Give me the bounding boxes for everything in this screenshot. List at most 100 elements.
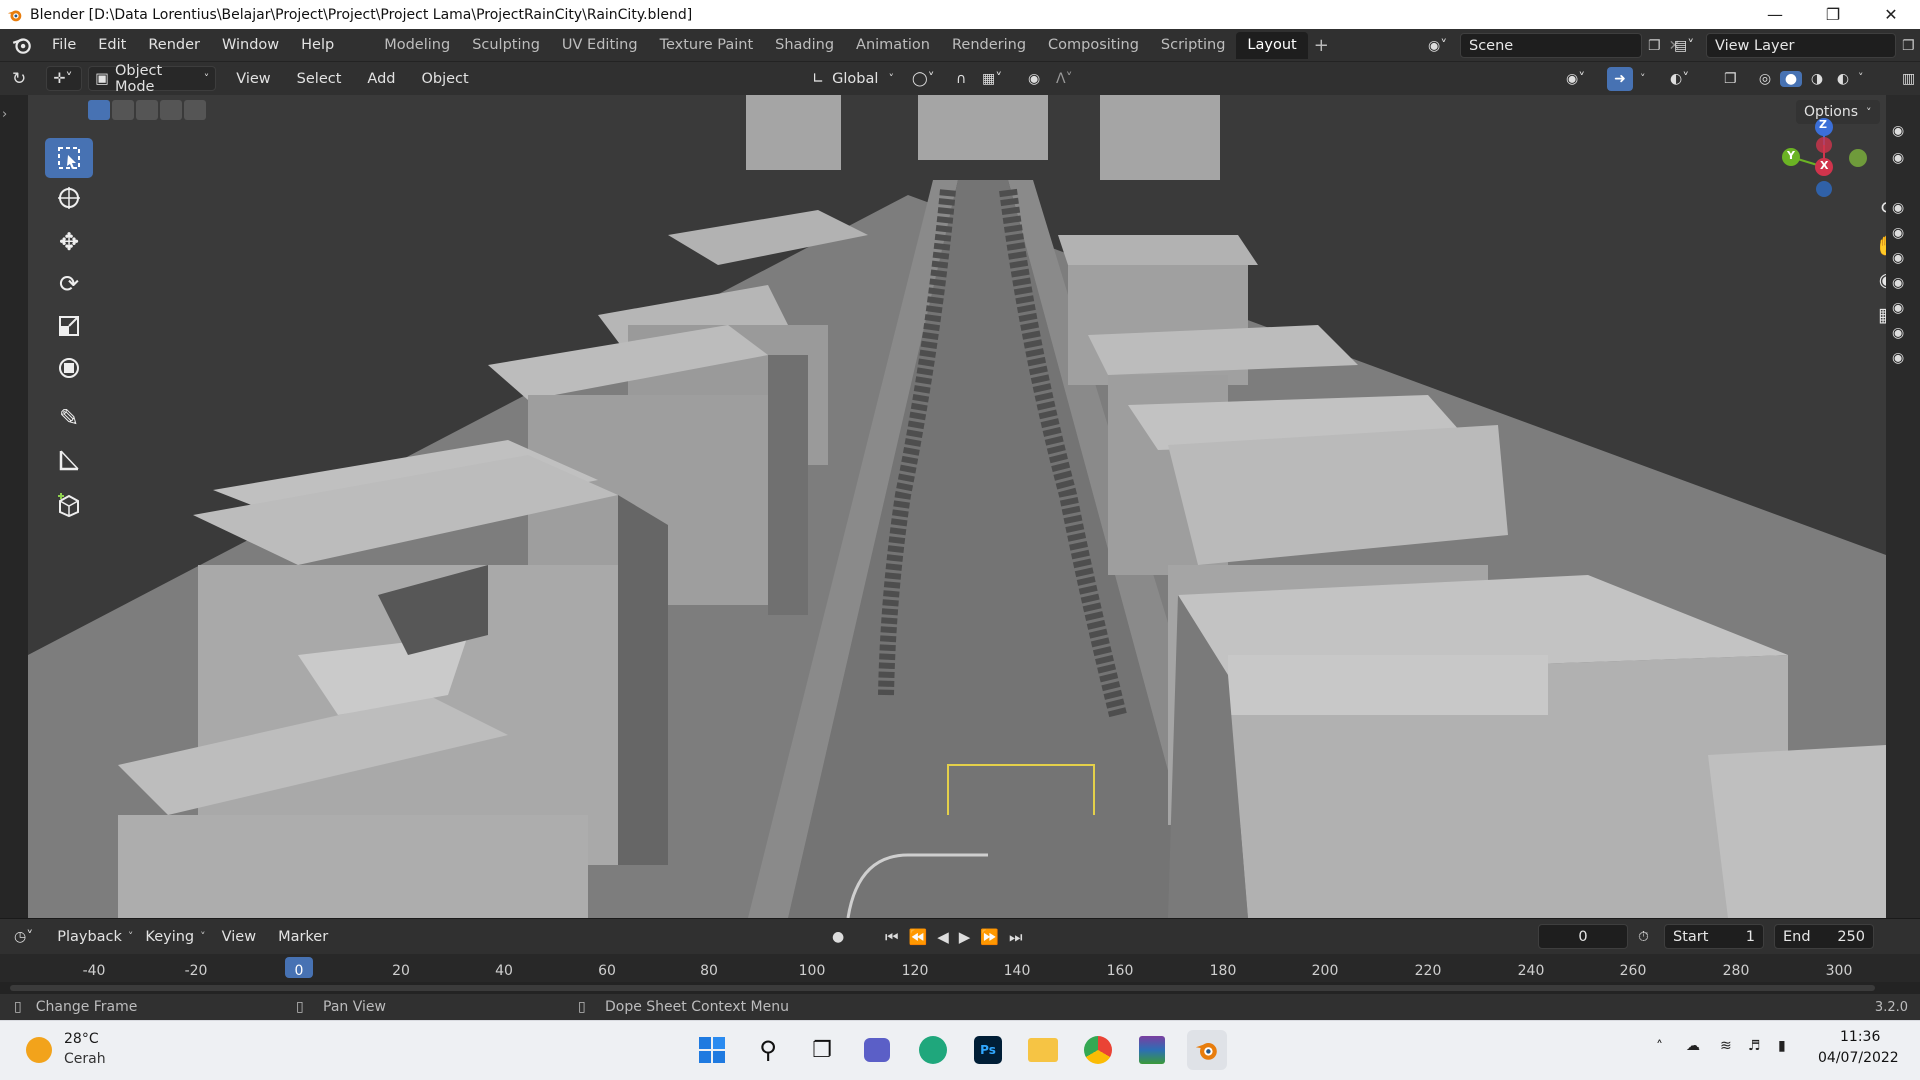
tab-compositing[interactable]: Compositing [1037,32,1150,59]
camera-icon[interactable]: ◉ [1892,225,1904,241]
end-frame-field[interactable]: End 250 [1774,924,1874,949]
record-icon[interactable]: ● [832,929,844,945]
navigation-gizmo[interactable]: Z Y X [1768,115,1886,215]
jump-end-icon[interactable]: ⏭ [1009,928,1023,946]
clock-time[interactable]: 11:36 [1840,1029,1880,1045]
transform-tool[interactable] [45,348,93,388]
add-workspace-icon[interactable]: + [1314,35,1329,56]
snap-target-icon[interactable]: ▦˅ [982,71,1002,87]
timeline-menu-marker[interactable]: Marker [272,924,334,949]
select-intersect-icon[interactable] [184,100,206,120]
falloff-icon[interactable]: Λ˅ [1056,71,1073,87]
tab-layout[interactable]: Layout [1236,31,1308,59]
minimize-icon[interactable]: — [1746,0,1804,29]
viewport-menu-add[interactable]: Add [361,66,401,91]
tab-rendering[interactable]: Rendering [941,32,1037,59]
chevron-up-icon[interactable]: ˄ [1656,1039,1663,1055]
perspective-toggle-icon[interactable]: ▦ [1872,300,1886,330]
onedrive-cloud-icon[interactable]: ☁ [1686,1038,1700,1054]
zoom-view-icon[interactable]: ⚲ [1872,195,1886,225]
close-icon[interactable]: ✕ [1862,0,1920,29]
camera-icon[interactable]: ◉ [1892,250,1904,266]
winrar-icon[interactable] [1132,1030,1172,1070]
scale-tool[interactable] [45,306,93,346]
view-layer-browse-icon[interactable]: ▤˅ [1674,38,1706,54]
cursor-tool[interactable] [45,178,93,218]
select-subtract-icon[interactable] [136,100,158,120]
chrome-icon[interactable] [1078,1030,1118,1070]
weather-temp[interactable]: 28°C [64,1031,99,1047]
select-new-icon[interactable] [88,100,110,120]
tab-scripting[interactable]: Scripting [1150,32,1236,59]
camera-icon[interactable]: ◉ [1892,350,1904,366]
blender-taskbar-icon[interactable] [1187,1030,1227,1070]
transform-orientation-dropdown[interactable]: ∟ Global ˅ [806,66,900,91]
pan-view-hand-icon[interactable]: ✋ [1872,230,1886,260]
measure-tool[interactable] [45,440,93,480]
new-scene-icon[interactable]: ❐ [1648,38,1661,54]
new-view-layer-icon[interactable]: ❐ [1902,38,1915,54]
gizmo-dropdown-icon[interactable]: ˅ [1640,72,1646,85]
solid-shading-icon[interactable]: ● [1780,70,1802,87]
mode-dropdown[interactable]: ▣ Object Mode ˅ [88,63,217,95]
timeline-editor-type-icon[interactable]: ◷˅ [14,929,33,945]
select-extend-icon[interactable] [112,100,134,120]
transform-tool-dropdown[interactable]: ✛˅ [46,66,83,91]
play-reverse-icon[interactable]: ◀ [937,928,949,946]
task-view-icon[interactable]: ❐ [802,1030,842,1070]
tab-shading[interactable]: Shading [764,32,845,59]
start-frame-field[interactable]: Start 1 [1664,924,1764,949]
edge-browser-icon[interactable] [913,1030,953,1070]
weather-sun-icon[interactable] [26,1037,52,1063]
prev-keyframe-icon[interactable]: ⏪ [909,928,928,946]
scene-browse-icon[interactable]: ◉˅ [1428,38,1460,54]
timeline-scrollbar[interactable] [0,982,1920,994]
volume-muted-icon[interactable]: ♬ [1748,1038,1761,1054]
blender-menu-icon[interactable] [11,34,33,56]
weather-desc[interactable]: Cerah [64,1051,106,1067]
camera-icon[interactable]: ◉ [1892,123,1904,139]
wifi-icon[interactable]: ≋ [1720,1038,1732,1054]
snap-icon[interactable]: ∩ [956,71,966,87]
file-explorer-icon[interactable] [1023,1030,1063,1070]
menu-render[interactable]: Render [137,37,211,53]
camera-icon[interactable]: ◉ [1892,300,1904,316]
scene-field[interactable]: Scene [1460,33,1642,58]
select-invert-icon[interactable] [160,100,182,120]
jump-start-icon[interactable]: ⏮ [885,928,899,946]
overlay-icon[interactable]: ◐˅ [1670,71,1689,87]
camera-view-icon[interactable]: ◉ [1872,265,1886,295]
tab-modeling[interactable]: Modeling [373,32,461,59]
xray-icon[interactable]: ❐ [1724,71,1737,87]
windows-start-icon[interactable] [692,1030,732,1070]
camera-icon[interactable]: ◉ [1892,275,1904,291]
menu-file[interactable]: File [41,37,87,53]
add-cube-tool[interactable] [45,485,93,525]
timeline-ruler[interactable]: -40 -20 0 20 40 60 80 100 120 140 160 18… [0,954,1920,982]
material-shading-icon[interactable]: ◑ [1806,71,1828,87]
menu-window[interactable]: Window [211,37,290,53]
timeline-scrollbar-thumb[interactable] [10,985,1875,991]
current-frame-field[interactable]: 0 [1538,924,1628,949]
camera-icon[interactable]: ◉ [1892,200,1904,216]
visibility-icon[interactable]: ◉˅ [1566,71,1585,87]
menu-edit[interactable]: Edit [87,37,137,53]
gizmo-toggle-icon[interactable]: ➜ [1607,66,1633,91]
teams-chat-icon[interactable] [857,1030,897,1070]
sidebar-toggle-icon[interactable]: ▥ [1902,71,1915,87]
view-layer-field[interactable]: View Layer [1706,33,1896,58]
tab-sculpting[interactable]: Sculpting [461,32,551,59]
tab-texture-paint[interactable]: Texture Paint [649,32,765,59]
annotate-tool[interactable]: ✎ [45,398,93,438]
next-keyframe-icon[interactable]: ⏩ [980,928,999,946]
viewport-menu-view[interactable]: View [230,66,276,91]
editor-type-icon[interactable]: ↻ [12,69,26,89]
chevron-right-icon[interactable]: › [2,107,7,122]
tab-uv-editing[interactable]: UV Editing [551,32,649,59]
camera-icon[interactable]: ◉ [1892,150,1904,166]
rendered-shading-icon[interactable]: ◐ [1832,71,1854,87]
select-box-tool[interactable] [45,138,93,178]
tab-animation[interactable]: Animation [845,32,941,59]
battery-icon[interactable]: ▮ [1778,1038,1786,1054]
pivot-point-icon[interactable]: ◯˅ [912,71,935,87]
